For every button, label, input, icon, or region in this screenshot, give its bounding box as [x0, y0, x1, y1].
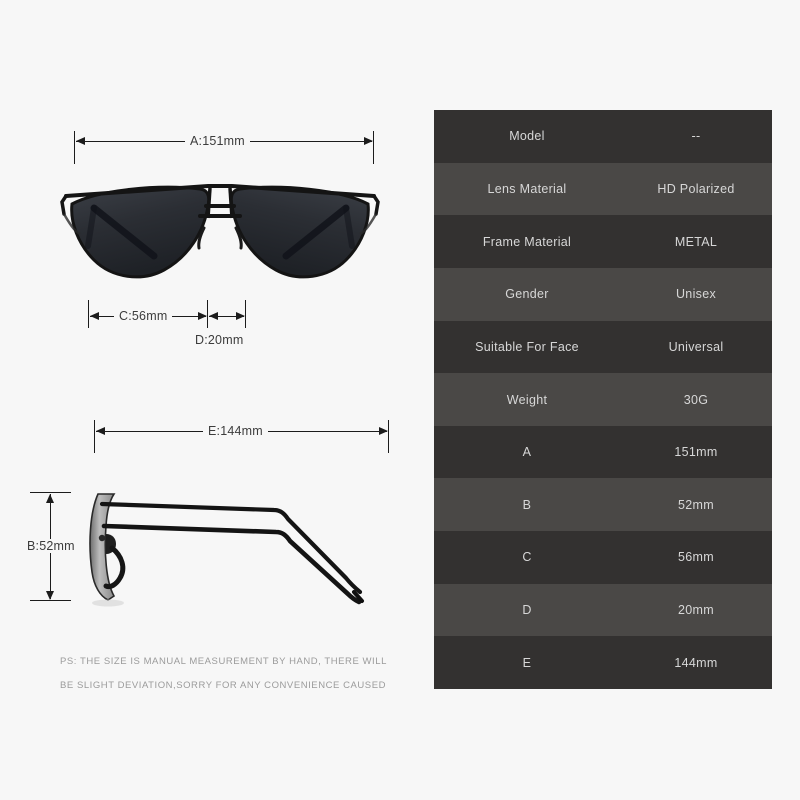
spec-value: 30G	[683, 392, 709, 407]
spec-label: Suitable For Face	[475, 339, 579, 354]
dimension-d-tick-right	[245, 300, 246, 328]
spec-row: A 151mm	[434, 425, 772, 479]
dimension-e-label: E:144mm	[203, 424, 268, 438]
dimension-e-arrow-left	[96, 427, 105, 435]
spec-row: Weight 30G	[434, 373, 772, 426]
spec-label: A	[522, 445, 532, 460]
dimension-b-arrow-down	[46, 591, 54, 600]
spec-value: HD Polarized	[657, 181, 735, 196]
dimension-d-arrow-right	[236, 312, 245, 320]
spec-sheet: A:151mm C:56mm D:20mm E:144mm B:52mm PS:…	[0, 0, 800, 800]
spec-value: 52mm	[678, 497, 714, 512]
dimension-b-arrow-up	[46, 494, 54, 503]
spec-label: Gender	[505, 287, 549, 302]
dimension-e-arrow-right	[379, 427, 388, 435]
spec-row: Suitable For Face Universal	[434, 320, 772, 374]
dimension-b-label: B:52mm	[22, 539, 80, 553]
measurement-note-line-2: BE SLIGHT DEVIATION,SORRY FOR ANY CONVEN…	[60, 680, 386, 691]
spec-value: 151mm	[674, 445, 718, 460]
dimension-c-arrow-left	[90, 312, 99, 320]
spec-label: Weight	[506, 392, 548, 407]
dimension-a-arrow-left	[76, 137, 85, 145]
dimension-a-tick-left	[74, 131, 75, 164]
spec-label: E	[522, 655, 532, 670]
dimension-a-label: A:151mm	[185, 134, 250, 148]
spec-row: Frame Material METAL	[434, 215, 772, 268]
sunglasses-front-view	[60, 184, 380, 279]
spec-row: Model --	[434, 110, 772, 163]
spec-value: Universal	[668, 339, 724, 354]
dimension-a-arrow-right	[364, 137, 373, 145]
dimension-d-arrow-left	[209, 312, 218, 320]
dimension-e-tick-right	[388, 420, 389, 453]
spec-row: C 56mm	[434, 531, 772, 584]
specification-table: Model -- Lens Material HD Polarized Frame Ma…	[434, 110, 772, 689]
spec-value: Unisex	[675, 287, 716, 302]
spec-label: Frame Material	[482, 234, 572, 249]
spec-label: Model	[509, 129, 545, 144]
dimension-a-tick-right	[373, 131, 374, 164]
spec-value: METAL	[674, 234, 718, 249]
spec-label: D	[522, 603, 532, 618]
dimension-b-tick-top	[30, 492, 71, 493]
dimension-c-arrow-right	[198, 312, 207, 320]
spec-label: B	[522, 497, 532, 512]
dimension-e-tick-left	[94, 420, 95, 453]
spec-value: 144mm	[674, 655, 718, 670]
spec-value: --	[691, 129, 701, 144]
spec-label: Lens Material	[487, 181, 567, 196]
spec-row: E 144mm	[434, 636, 772, 689]
dimension-b-tick-bottom	[30, 600, 71, 601]
spec-label: C	[522, 550, 532, 565]
dimension-c-tick-right	[207, 300, 208, 328]
dimension-d-label: D:20mm	[195, 333, 244, 347]
sunglasses-side-view	[89, 493, 364, 607]
spec-row: D 20mm	[434, 583, 772, 637]
dimension-c-label: C:56mm	[114, 309, 173, 323]
measurement-note-line-1: PS: THE SIZE IS MANUAL MEASUREMENT BY HA…	[60, 656, 387, 667]
spec-value: 56mm	[678, 550, 714, 565]
spec-row: Lens Material HD Polarized	[434, 162, 772, 216]
spec-row: B 52mm	[434, 478, 772, 532]
dimension-c-tick-left	[88, 300, 89, 328]
spec-row: Gender Unisex	[434, 267, 772, 321]
spec-value: 20mm	[678, 603, 714, 618]
